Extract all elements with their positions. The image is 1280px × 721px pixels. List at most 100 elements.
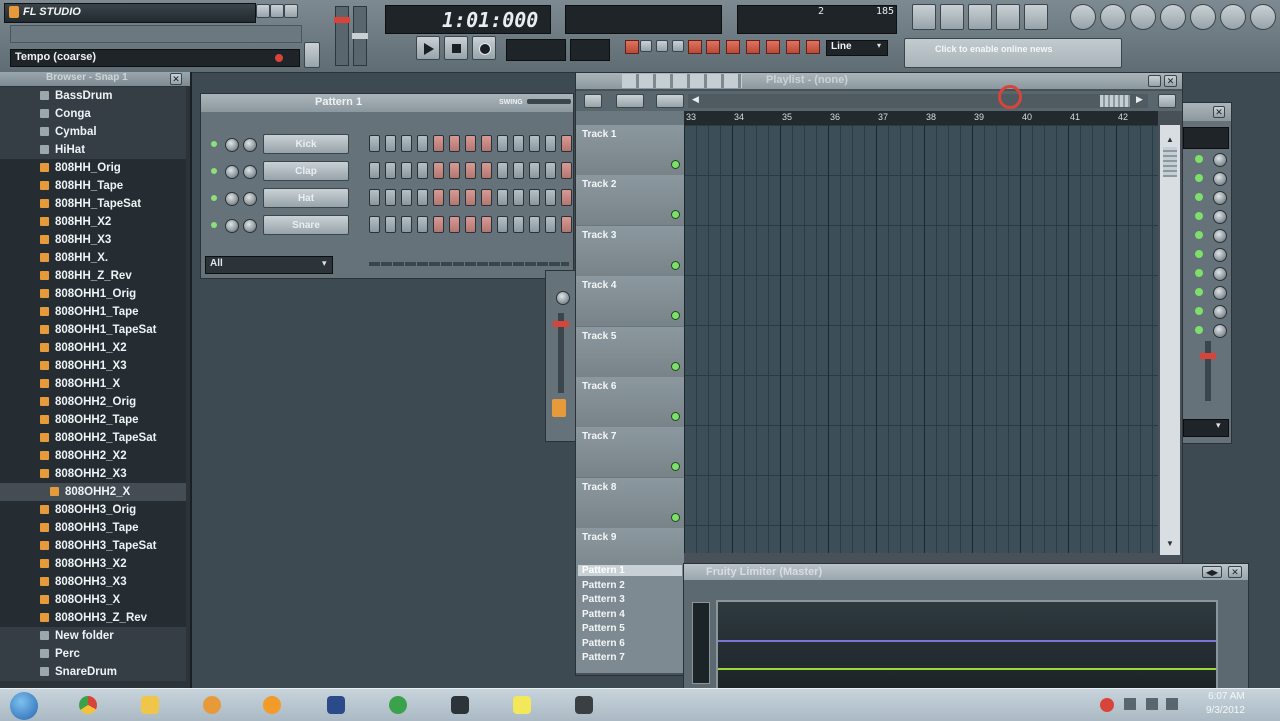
browser-file[interactable]: 808OHH3_X2 bbox=[0, 555, 186, 573]
browser-file[interactable]: 808OHH2_Tape bbox=[0, 411, 186, 429]
snap-select[interactable]: Line ▾ bbox=[826, 40, 888, 56]
browser-file[interactable]: 808OHH3_X3 bbox=[0, 573, 186, 591]
horizontal-scrollbar[interactable]: ◀ ▶ bbox=[688, 94, 1148, 108]
channel-mute-led[interactable] bbox=[211, 141, 217, 147]
taskbar-utorrent[interactable] bbox=[378, 692, 418, 718]
step-button[interactable] bbox=[481, 162, 492, 179]
close-icon[interactable]: ✕ bbox=[1164, 75, 1177, 87]
step-button[interactable] bbox=[449, 189, 460, 206]
taskbar-tool[interactable] bbox=[564, 692, 604, 718]
browser-folder[interactable]: BassDrum bbox=[0, 87, 186, 105]
master-pitch-handle[interactable] bbox=[352, 33, 368, 39]
channel-name-button[interactable]: Kick bbox=[263, 134, 349, 154]
step-button[interactable] bbox=[529, 216, 540, 233]
step-button[interactable] bbox=[401, 162, 412, 179]
mixer-fader[interactable] bbox=[1200, 341, 1216, 401]
step-button[interactable] bbox=[433, 216, 444, 233]
master-volume-slider[interactable] bbox=[334, 6, 350, 66]
browser-folder[interactable]: HiHat bbox=[0, 141, 186, 159]
step-button[interactable] bbox=[385, 135, 396, 152]
step-button[interactable] bbox=[465, 189, 476, 206]
browser-file[interactable]: 808OHH3_Orig bbox=[0, 501, 186, 519]
step-button[interactable] bbox=[545, 162, 556, 179]
taskbar-recorder[interactable] bbox=[440, 692, 480, 718]
step-button[interactable] bbox=[465, 216, 476, 233]
browser-list[interactable]: BassDrum Conga Cymbal HiHat 808HH_Orig 808HH_… bbox=[0, 87, 190, 687]
browser-file[interactable]: 808OHH1_Orig bbox=[0, 285, 186, 303]
track-mute-led[interactable] bbox=[671, 311, 680, 321]
step-button[interactable] bbox=[481, 135, 492, 152]
step-button[interactable] bbox=[513, 135, 524, 152]
browser-file[interactable]: 808HH_Tape bbox=[0, 177, 186, 195]
blend-notes-button[interactable] bbox=[688, 40, 702, 54]
step-button[interactable] bbox=[369, 216, 380, 233]
typing-keyboard-button[interactable] bbox=[726, 40, 740, 54]
scroll-left-icon[interactable]: ◀ bbox=[692, 94, 699, 105]
pattern-mode-button[interactable] bbox=[625, 40, 639, 54]
mixer-knob[interactable] bbox=[1213, 324, 1227, 338]
track-header[interactable]: Track 5 bbox=[576, 326, 684, 378]
channel-volume-knob[interactable] bbox=[243, 165, 257, 179]
step-button[interactable] bbox=[545, 216, 556, 233]
track-header[interactable]: Track 4 bbox=[576, 276, 684, 328]
playlist-grid[interactable] bbox=[684, 125, 1158, 553]
preset-nav-icon[interactable]: ◀▶ bbox=[1202, 566, 1222, 578]
countdown-button[interactable] bbox=[672, 40, 684, 52]
step-button[interactable] bbox=[513, 189, 524, 206]
step-button[interactable] bbox=[449, 135, 460, 152]
mixer-knob[interactable] bbox=[1213, 229, 1227, 243]
tray-network-icon[interactable] bbox=[1124, 698, 1136, 710]
settings-button[interactable] bbox=[1160, 4, 1186, 30]
mixer-led[interactable] bbox=[1195, 307, 1203, 315]
step-button[interactable] bbox=[465, 135, 476, 152]
step-button[interactable] bbox=[417, 189, 428, 206]
step-button[interactable] bbox=[513, 216, 524, 233]
step-button[interactable] bbox=[369, 135, 380, 152]
pattern-list-item[interactable]: Pattern 5 bbox=[582, 623, 625, 634]
track-header[interactable]: Track 6 bbox=[576, 377, 684, 428]
channel-volume-knob[interactable] bbox=[243, 219, 257, 233]
clock-date[interactable]: 9/3/2012 bbox=[1206, 705, 1245, 716]
audio-clip-button[interactable] bbox=[616, 94, 644, 108]
channel-mute-led[interactable] bbox=[211, 168, 217, 174]
channel-pan-knob[interactable] bbox=[225, 219, 239, 233]
clock-time[interactable]: 6:07 AM bbox=[1208, 691, 1245, 702]
browser-file[interactable]: 808OHH2_X bbox=[0, 483, 186, 501]
limiter-titlebar[interactable]: Fruity Limiter (Master) ◀▶ ✕ bbox=[684, 564, 1248, 580]
mixer-led[interactable] bbox=[1195, 174, 1203, 182]
step-button[interactable] bbox=[433, 162, 444, 179]
browser-window-button[interactable] bbox=[996, 4, 1020, 30]
browser-file[interactable]: 808HH_Z_Rev bbox=[0, 267, 186, 285]
mixer-led[interactable] bbox=[1195, 231, 1203, 239]
mixer-route-select[interactable]: ▾ bbox=[1183, 419, 1229, 437]
step-button[interactable] bbox=[401, 189, 412, 206]
close-icon[interactable]: ✕ bbox=[1228, 566, 1242, 578]
browser-file[interactable]: 808HH_TapeSat bbox=[0, 195, 186, 213]
browser-file[interactable]: 808OHH3_TapeSat bbox=[0, 537, 186, 555]
close-icon[interactable]: ✕ bbox=[170, 73, 182, 85]
pattern-list-item[interactable]: Pattern 2 bbox=[582, 580, 625, 591]
browser-file[interactable]: 808OHH3_Tape bbox=[0, 519, 186, 537]
mixer-window-button[interactable] bbox=[1024, 4, 1048, 30]
scroll-button[interactable] bbox=[304, 42, 320, 68]
master-volume-handle[interactable] bbox=[334, 17, 350, 23]
track-header[interactable]: Track 1 bbox=[576, 125, 684, 176]
song-time-display[interactable]: 1:01:000 bbox=[385, 5, 551, 34]
save-button[interactable] bbox=[1100, 4, 1126, 30]
step-button[interactable] bbox=[385, 189, 396, 206]
channel-volume-knob[interactable] bbox=[243, 138, 257, 152]
step-button[interactable] bbox=[433, 189, 444, 206]
mixer-knob[interactable] bbox=[1213, 210, 1227, 224]
step-button[interactable] bbox=[369, 162, 380, 179]
track-mute-led[interactable] bbox=[671, 412, 680, 421]
taskbar-notes[interactable] bbox=[502, 692, 542, 718]
step-button[interactable] bbox=[481, 216, 492, 233]
browser-folder[interactable]: Cymbal bbox=[0, 123, 186, 141]
minimize-button[interactable] bbox=[270, 4, 284, 18]
step-button[interactable] bbox=[513, 162, 524, 179]
maximize-button[interactable] bbox=[1148, 75, 1161, 87]
scroll-right-icon[interactable]: ▶ bbox=[1136, 94, 1143, 105]
step-button[interactable] bbox=[561, 162, 572, 179]
track-header[interactable]: Track 7 bbox=[576, 427, 684, 479]
browser-folder[interactable]: Conga bbox=[0, 105, 186, 123]
